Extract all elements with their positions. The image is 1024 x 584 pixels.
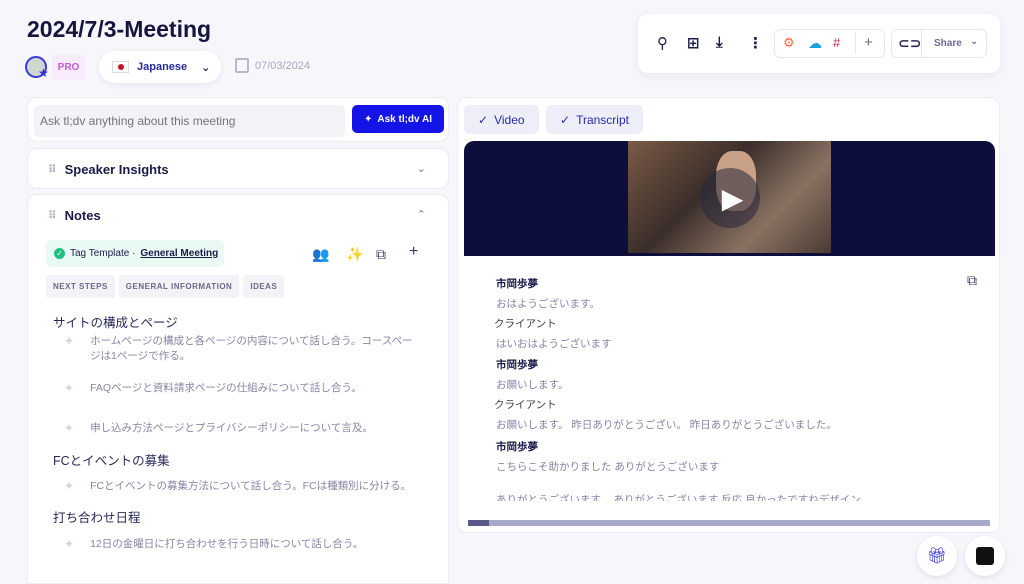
language-label: Japanese — [137, 61, 188, 73]
date-text: 07/03/2024 — [255, 59, 311, 72]
sparkle-icon: ✦ — [64, 479, 75, 493]
check-icon: ✓ — [560, 112, 571, 127]
section-title: Notes — [64, 208, 101, 223]
star-icon: ★ — [38, 66, 49, 80]
note-item[interactable]: ✦ FAQページと資料請求ページの仕組みについて話し合う。 — [64, 381, 414, 396]
divider — [855, 33, 856, 54]
people-icon[interactable]: 👥 — [312, 246, 329, 263]
salesforce-icon[interactable]: ☁ — [808, 35, 822, 52]
drag-handle-icon[interactable]: ⠿ — [48, 163, 56, 176]
note-item[interactable]: ✦ FCとイベントの募集方法について話し合う。FCは種類別に分ける。 — [64, 479, 414, 494]
divider — [921, 30, 922, 57]
play-icon[interactable]: ▶ — [700, 168, 760, 228]
check-icon: ✓ — [54, 248, 65, 259]
chip-next-steps[interactable]: NEXT STEPS — [46, 275, 115, 298]
tab-video[interactable]: ✓ Video — [464, 105, 539, 134]
check-icon: ✓ — [478, 112, 489, 127]
note-item[interactable]: ✦ 申し込み方法ページとプライバシーポリシーについて言及。 — [64, 421, 414, 436]
copy-icon[interactable]: ⧉ — [967, 272, 977, 289]
chevron-down-icon: ⌄ — [201, 61, 211, 74]
tag-prefix: Tag Template · — [70, 248, 136, 259]
sparkle-icon: ✦ — [64, 381, 75, 395]
note-heading: 打ち合わせ日程 — [53, 511, 141, 525]
chat-icon — [976, 547, 994, 565]
hubspot-icon[interactable]: ⚙ — [783, 35, 795, 51]
share-group: ⊂⊃ Share ⌄ — [891, 29, 987, 58]
transcript-entry[interactable]: ありがとうございます。 ありがとうございます 反応 良かったですねデザイン — [496, 492, 861, 501]
magic-wand-icon[interactable]: ✨ — [346, 246, 363, 263]
note-heading: サイトの構成とページ — [53, 316, 178, 330]
chevron-down-icon[interactable]: ⌄ — [417, 162, 426, 175]
media-panel: ✓ Video ✓ Transcript ▶ ⧉ 市岡歩夢 おはようございます。 クラ… — [457, 97, 1000, 533]
japan-flag-icon — [112, 61, 129, 73]
note-item[interactable]: ✦ 12日の金曜日に打ち合わせを行う日時について話し合う。 — [64, 537, 414, 552]
drag-handle-icon[interactable]: ⠿ — [48, 209, 56, 222]
page-title: 2024/7/3-Meeting — [27, 16, 212, 42]
sparkle-icon: ✦ — [363, 113, 373, 125]
toolbar: ⚲ ⊞ ⤓ ⋮ ⚙ ☁ # + ⊂⊃ Share ⌄ — [638, 14, 1000, 73]
sparkle-icon: ✦ — [64, 421, 75, 435]
transcript-entry[interactable]: クライアント はいおはようございます — [494, 316, 612, 351]
transcript-entry[interactable]: 市岡歩夢 おはようございます。 — [496, 276, 600, 311]
calendar-icon — [235, 58, 249, 73]
transcript-entry[interactable]: 市岡歩夢 お願いします。 — [496, 357, 568, 392]
transcript-entry[interactable]: 市岡歩夢 こちらこそ助かりました ありがとうございます — [496, 439, 719, 474]
notes-section: ⠿ Notes ⌃ ✓ Tag Template · General Meetin… — [27, 194, 449, 584]
template-link[interactable]: General Meeting — [140, 248, 218, 259]
section-title: Speaker Insights — [64, 162, 169, 177]
ask-ai-label: Ask tl;dv AI — [377, 113, 433, 125]
playback-progress[interactable] — [468, 520, 990, 526]
integrations-group: ⚙ ☁ # + — [774, 29, 885, 58]
chip-ideas[interactable]: IDEAS — [243, 275, 285, 298]
link-icon[interactable]: ⊂⊃ — [898, 35, 921, 52]
chevron-up-icon[interactable]: ⌃ — [417, 208, 426, 221]
tab-transcript[interactable]: ✓ Transcript — [546, 105, 643, 134]
slack-icon[interactable]: # — [833, 35, 840, 50]
chip-general-information[interactable]: GENERAL INFORMATION — [118, 275, 240, 298]
ask-ai-button[interactable]: ✦ Ask tl;dv AI — [352, 105, 444, 133]
pro-badge: PRO — [52, 55, 85, 80]
gift-button[interactable]: 🎁︎ — [917, 536, 957, 576]
tag-template: ✓ Tag Template · General Meeting — [46, 240, 224, 267]
chat-button[interactable] — [965, 536, 1005, 576]
more-icon[interactable]: ⋮ — [748, 34, 763, 52]
plus-icon[interactable]: + — [409, 243, 418, 261]
gift-icon: 🎁︎ — [926, 548, 948, 565]
sparkle-icon: ✦ — [64, 334, 75, 348]
speaker-insights-section[interactable]: ⠿ Speaker Insights ⌄ — [27, 148, 449, 189]
copy-icon[interactable]: ⧉ — [376, 246, 386, 263]
share-button[interactable]: Share — [934, 38, 962, 49]
sparkle-icon: ✦ — [64, 537, 75, 551]
meeting-date: 07/03/2024 — [235, 58, 310, 73]
language-select[interactable]: Japanese ⌄ — [99, 51, 221, 83]
ask-ai-input[interactable] — [34, 105, 345, 137]
transcript-entry[interactable]: クライアント お願いします。 昨日ありがとうござい。 昨日ありがとうございました。 — [494, 397, 837, 432]
folder-add-icon[interactable]: ⊞ — [687, 34, 700, 52]
progress-fill — [468, 520, 489, 526]
note-heading: FCとイベントの募集 — [53, 454, 170, 468]
video-player[interactable]: ▶ — [464, 141, 995, 256]
search-icon[interactable]: ⚲ — [657, 34, 668, 52]
note-item[interactable]: ✦ ホームページの構成と各ページの内容について話し合う。コースページは1ページで作… — [64, 334, 414, 364]
plus-icon[interactable]: + — [864, 34, 873, 51]
ask-ai-panel: ✦ Ask tl;dv AI — [27, 97, 449, 142]
chevron-down-icon[interactable]: ⌄ — [970, 36, 978, 47]
download-icon[interactable]: ⤓ — [716, 34, 723, 51]
